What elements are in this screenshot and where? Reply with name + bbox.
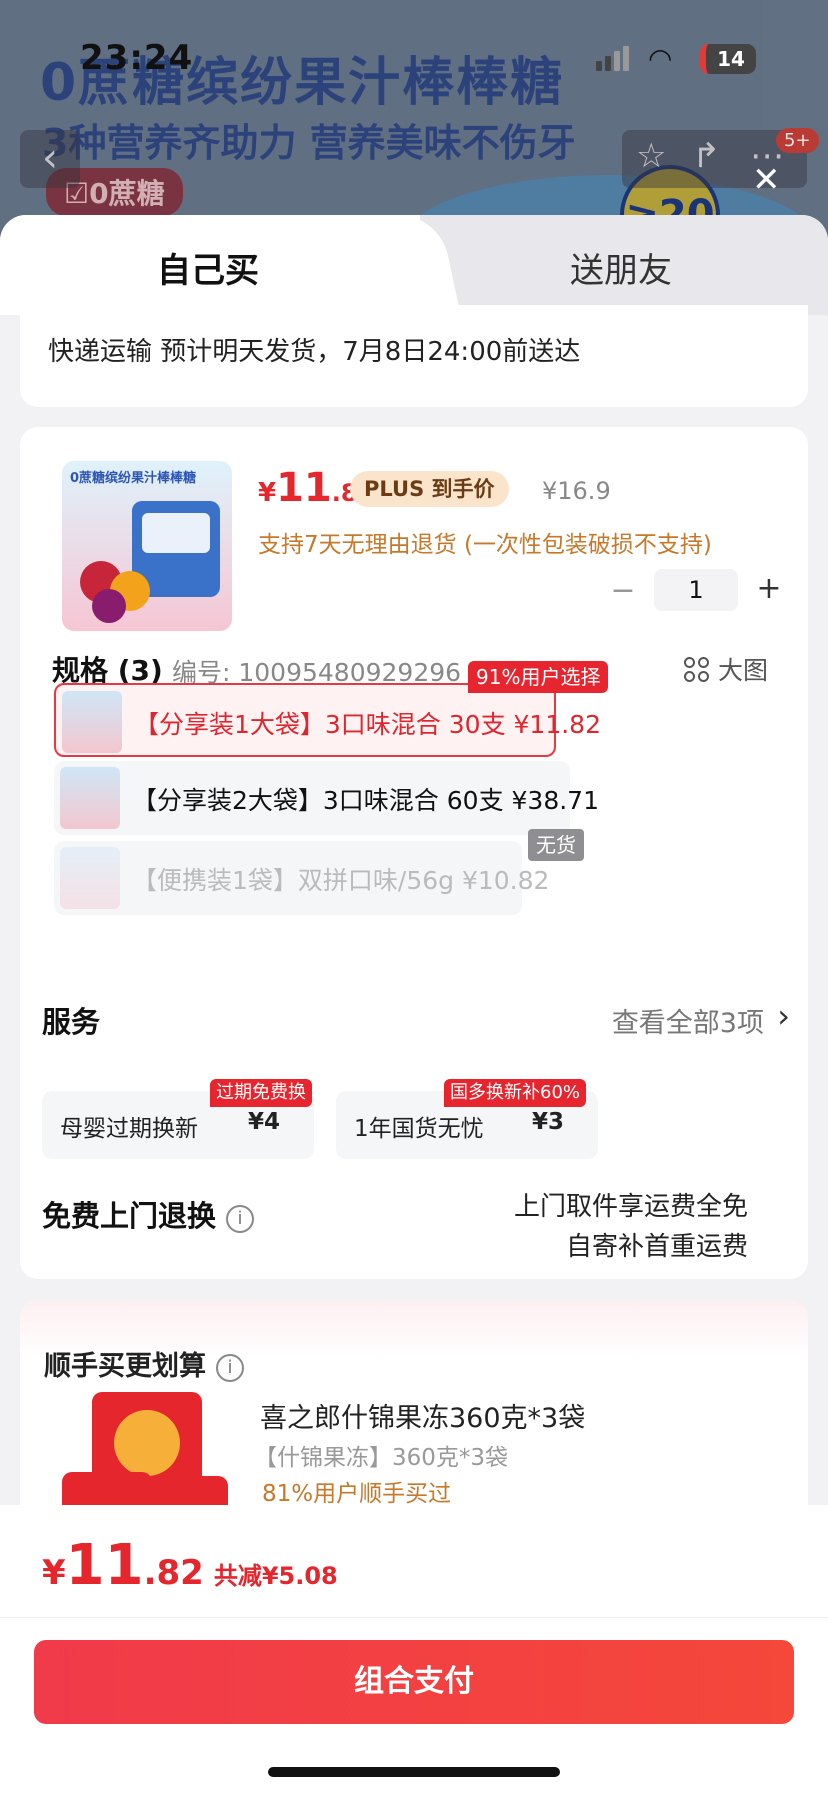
total-dec: .82 [143, 1553, 204, 1593]
combined-pay-button[interactable]: 组合支付 [34, 1640, 794, 1724]
free-return-label: 免费上门退换 [42, 1199, 217, 1233]
checkout-bar: ¥11.82 共减¥5.08 组合支付 [0, 1505, 828, 1796]
thumbnail-caption: 0蔗糖缤纷果汁棒棒糖 [70, 471, 197, 486]
services-title: 服务 [42, 1005, 101, 1039]
quantity-field[interactable]: 1 [654, 569, 738, 611]
increase-button[interactable]: + [754, 571, 784, 606]
variant-label: 【便携装1袋】双拼口味/56g ¥10.82 [132, 866, 550, 895]
bundle-product-name[interactable]: 喜之郎什锦果冻360克*3袋 [260, 1396, 585, 1435]
service-name: 1年国货无忧 [354, 1116, 484, 1142]
return-policy-note: 支持7天无理由退货 (一次性包装破损不支持) [258, 532, 712, 558]
bundle-purchase-rate: 81%用户顺手买过 [262, 1481, 452, 1507]
plus-price-tag: PLUS 到手价 [350, 471, 509, 507]
battery-icon: 14 [700, 44, 756, 74]
bundle-title-text: 顺手买更划算 [44, 1351, 206, 1382]
product-thumbnail[interactable]: 0蔗糖缤纷果汁棒棒糖 [62, 461, 232, 631]
variant-thumbnail [62, 691, 122, 753]
tab-self[interactable]: 自己买 [157, 243, 259, 292]
shipping-card: 快递运输 预计明天发货，7月8日24:00前送达 [20, 305, 808, 407]
product-card: 0蔗糖缤纷果汁棒棒糖 ¥11.82 PLUS 到手价 ¥16.9 支持7天无理由… [20, 427, 808, 1279]
total-discount: 共减¥5.08 [213, 1562, 338, 1590]
status-bar: 23:24 ◠ 14 [0, 0, 828, 110]
free-return-description: 上门取件享运费全免 自寄补首重运费 [514, 1187, 748, 1267]
big-picture-label: 大图 [717, 656, 768, 685]
service-option-1[interactable]: 母婴过期换新 ¥4 过期免费换 [42, 1079, 314, 1159]
price-int: 11 [276, 465, 332, 511]
bundle-product-spec: 【什锦果冻】360克*3袋 [254, 1445, 509, 1471]
free-return-line2: 自寄补首重运费 [565, 1232, 748, 1262]
variant-label: 【分享装2大袋】3口味混合 60支 ¥38.71 [132, 786, 599, 815]
out-of-stock-tag: 无货 [528, 829, 584, 861]
grid-icon [683, 657, 710, 683]
service-tag: 国多换新补60% [444, 1079, 587, 1107]
variant-option-1[interactable]: 【分享装1大袋】3口味混合 30支 ¥11.82 [54, 683, 601, 757]
total-yen: ¥ [42, 1553, 66, 1593]
bundle-title: 顺手买更划算 i [44, 1344, 244, 1383]
info-icon[interactable]: i [216, 1354, 244, 1382]
thumbnail-fruit [92, 589, 126, 623]
big-picture-button[interactable]: 大图 [683, 651, 768, 687]
info-icon[interactable]: i [226, 1205, 255, 1233]
services-view-all[interactable]: 查看全部3项 [612, 1001, 764, 1040]
signal-icon [596, 46, 632, 71]
service-name: 母婴过期换新 [60, 1116, 198, 1142]
variant-option-3[interactable]: 【便携装1袋】双拼口味/56g ¥10.82 [54, 841, 549, 915]
free-return-line1: 上门取件享运费全免 [513, 1192, 748, 1222]
tab-friend[interactable]: 送朋友 [570, 243, 672, 292]
service-price: ¥4 [248, 1109, 281, 1135]
purchase-tabs: 自己买 送朋友 [0, 215, 828, 315]
total-int: 11 [65, 1533, 144, 1598]
wifi-icon: ◠ [648, 42, 673, 75]
variant-thumbnail [60, 767, 120, 829]
variant-option-2[interactable]: 【分享装2大袋】3口味混合 60支 ¥38.71 [54, 761, 599, 835]
thumbnail-bag-label [142, 513, 210, 553]
shipping-text: 快递运输 预计明天发货，7月8日24:00前送达 [48, 337, 581, 367]
close-icon[interactable]: ✕ [752, 160, 781, 200]
bundle-jelly-pack-inner [114, 1410, 180, 1476]
decrease-button[interactable]: − [608, 573, 638, 608]
variant-popular-tag: 91%用户选择 [468, 661, 609, 693]
clock: 23:24 [80, 38, 194, 78]
service-price: ¥3 [532, 1109, 565, 1135]
variant-label: 【分享装1大袋】3口味混合 30支 ¥11.82 [134, 710, 601, 739]
chevron-right-icon[interactable]: › [777, 997, 790, 1035]
price-yen: ¥ [258, 478, 277, 508]
home-indicator [268, 1767, 560, 1777]
total-price: ¥11.82 共减¥5.08 [42, 1533, 338, 1598]
divider [0, 1617, 828, 1618]
purchase-sheet: 自己买 送朋友 快递运输 预计明天发货，7月8日24:00前送达 0蔗糖缤纷果汁… [0, 215, 828, 1796]
variant-thumbnail [60, 847, 120, 909]
service-option-2[interactable]: 1年国货无忧 ¥3 国多换新补60% [336, 1079, 598, 1159]
original-price: ¥16.9 [542, 477, 611, 505]
free-return-title: 免费上门退换 i [42, 1193, 255, 1235]
service-tag: 过期免费换 [210, 1079, 312, 1107]
